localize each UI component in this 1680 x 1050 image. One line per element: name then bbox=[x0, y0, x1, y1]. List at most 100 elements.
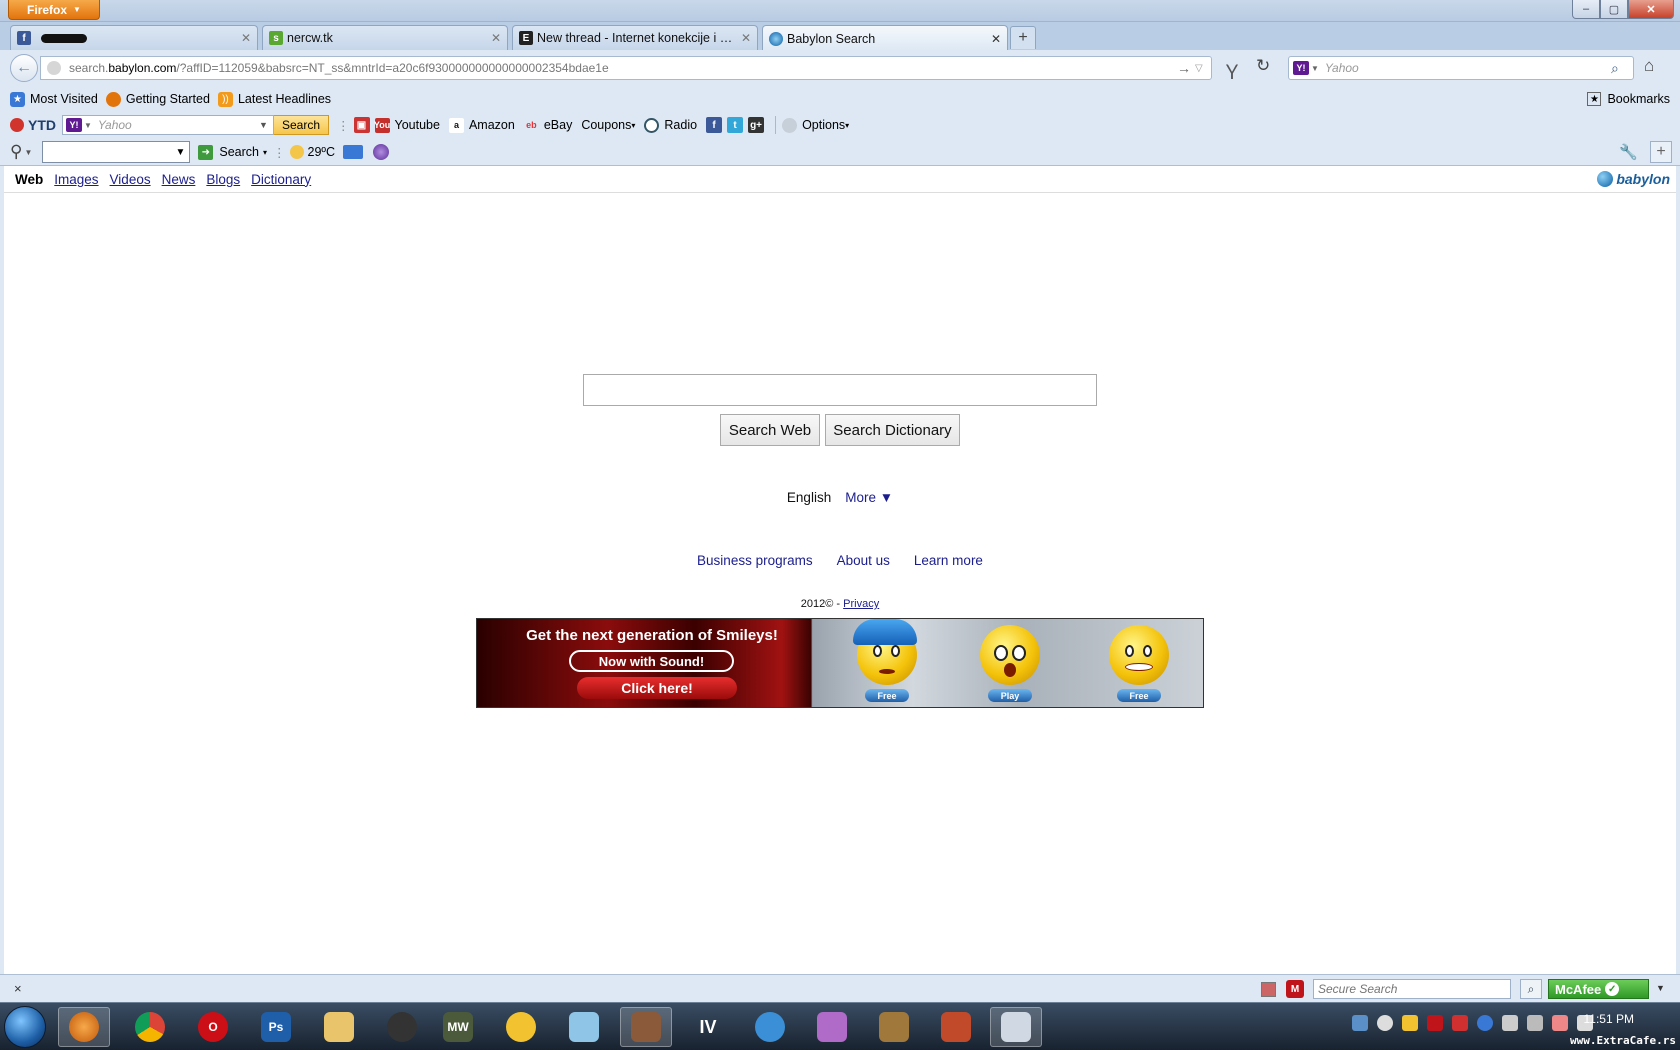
chevron-down-icon[interactable]: ▼ bbox=[175, 147, 185, 158]
mail-icon[interactable] bbox=[343, 145, 363, 159]
tab-babylon-search[interactable]: Babylon Search ✕ bbox=[762, 25, 1008, 51]
search-dictionary-button[interactable]: Search Dictionary bbox=[825, 414, 960, 446]
taskbar-game-3[interactable] bbox=[930, 1007, 982, 1047]
addon-icon[interactable] bbox=[1261, 982, 1276, 997]
nav-videos[interactable]: Videos bbox=[110, 172, 151, 187]
taskbar-game-2[interactable] bbox=[868, 1007, 920, 1047]
nav-blogs[interactable]: Blogs bbox=[206, 172, 240, 187]
close-window-button[interactable]: ✕ bbox=[1628, 0, 1674, 19]
tray-monitor-icon[interactable] bbox=[1527, 1015, 1543, 1031]
taskbar-audio-app[interactable] bbox=[376, 1007, 428, 1047]
tray-flag-alert-icon[interactable] bbox=[1552, 1015, 1568, 1031]
language-english[interactable]: English bbox=[787, 490, 831, 505]
tray-flag-icon[interactable] bbox=[1502, 1015, 1518, 1031]
url-bar[interactable]: search.babylon.com/?affID=112059&babsrc=… bbox=[40, 56, 1212, 80]
tray-shield-icon[interactable] bbox=[1402, 1015, 1418, 1031]
home-icon[interactable]: ⌂ bbox=[1644, 56, 1666, 80]
wrench-icon[interactable]: 🔧 bbox=[1619, 143, 1638, 161]
bookmark-getting-started[interactable]: Getting Started bbox=[105, 91, 210, 107]
chevron-down-icon[interactable]: ▼ bbox=[1656, 983, 1665, 993]
new-tab-button[interactable]: + bbox=[1010, 26, 1036, 49]
tab-close-icon[interactable]: ✕ bbox=[991, 32, 1001, 46]
nav-dictionary[interactable]: Dictionary bbox=[251, 172, 311, 187]
taskbar-firefox[interactable] bbox=[58, 1007, 110, 1047]
chevron-down-icon[interactable]: ▼ bbox=[24, 148, 32, 157]
taskbar-explorer[interactable] bbox=[313, 1007, 365, 1047]
learn-more-link[interactable]: Learn more bbox=[914, 553, 983, 568]
system-clock[interactable]: 11:51 PM bbox=[1584, 1012, 1634, 1026]
search-icon[interactable]: ⚲ bbox=[10, 142, 22, 162]
chevron-down-icon[interactable]: ▼ bbox=[1311, 64, 1319, 73]
taskbar-chrome[interactable] bbox=[124, 1007, 176, 1047]
banner-free-button[interactable]: Free bbox=[865, 689, 909, 702]
babylon-logo[interactable]: babylon bbox=[1597, 169, 1670, 189]
amazon-link[interactable]: a Amazon bbox=[448, 117, 515, 133]
yahoo-icon[interactable]: Y! bbox=[1293, 61, 1309, 75]
secure-search-input[interactable] bbox=[1313, 979, 1511, 999]
nav-images[interactable]: Images bbox=[54, 172, 98, 187]
tray-search-icon[interactable] bbox=[1377, 1015, 1393, 1031]
taskbar-game-sa[interactable] bbox=[620, 1007, 672, 1047]
ebay-link[interactable]: eb eBay bbox=[524, 118, 572, 133]
go-arrow-icon[interactable]: → bbox=[1177, 60, 1195, 76]
smileys-ad-banner[interactable]: Get the next generation of Smileys! Now … bbox=[476, 618, 1204, 708]
bookmark-addon-icon[interactable]: ▣ bbox=[353, 117, 370, 133]
ytd-logo[interactable]: YTD bbox=[10, 117, 56, 133]
taskbar-game-mw[interactable]: MW bbox=[432, 1007, 484, 1047]
tray-mcafee-icon[interactable] bbox=[1427, 1015, 1443, 1031]
taskbar-archive[interactable] bbox=[806, 1007, 858, 1047]
tray-app-icon[interactable] bbox=[1452, 1015, 1468, 1031]
tab-facebook[interactable]: f ✕ bbox=[10, 25, 258, 50]
toolbar-search-combobox[interactable]: ▼ bbox=[42, 141, 191, 163]
taskbar-media[interactable] bbox=[744, 1007, 796, 1047]
weather-widget[interactable]: 29ºC bbox=[289, 145, 335, 159]
tab-close-icon[interactable]: ✕ bbox=[491, 31, 501, 45]
reload-icon[interactable]: ↻ bbox=[1256, 56, 1276, 80]
ytd-search-input[interactable]: Y! ▼ Yahoo ▼ bbox=[62, 115, 274, 135]
search-web-button[interactable]: Search Web bbox=[720, 414, 820, 446]
taskbar-notes[interactable] bbox=[558, 1007, 610, 1047]
bookmark-most-visited[interactable]: ★ Most Visited bbox=[10, 91, 98, 107]
nav-news[interactable]: News bbox=[162, 172, 196, 187]
coupons-menu[interactable]: Coupons ▾ bbox=[581, 118, 635, 132]
twitter-icon[interactable]: t bbox=[727, 117, 744, 133]
tab-close-icon[interactable]: ✕ bbox=[241, 31, 251, 45]
tab-close-icon[interactable]: ✕ bbox=[741, 31, 751, 45]
tray-network-icon[interactable] bbox=[1352, 1015, 1368, 1031]
bird-addon-icon[interactable]: Ｙ bbox=[1222, 56, 1244, 84]
language-more-link[interactable]: More ▼ bbox=[845, 490, 893, 505]
banner-free-button[interactable]: Free bbox=[1117, 689, 1161, 702]
facebook-icon[interactable]: f bbox=[706, 117, 723, 133]
ytd-search-button[interactable]: Search bbox=[274, 115, 330, 135]
start-button[interactable] bbox=[4, 1006, 46, 1048]
search-icon[interactable]: ⌕ bbox=[1520, 979, 1542, 999]
tab-nercw[interactable]: s nercw.tk ✕ bbox=[262, 25, 508, 50]
firefox-menu-button[interactable]: Firefox ▼ bbox=[8, 0, 100, 20]
toolbar-search-button[interactable]: ➜ Search ▾ bbox=[198, 144, 267, 160]
about-us-link[interactable]: About us bbox=[837, 553, 890, 568]
youtube-link[interactable]: You Youtube bbox=[374, 117, 440, 133]
main-search-input[interactable] bbox=[583, 374, 1097, 406]
search-bar[interactable]: Y! ▼ Yahoo ⌕ bbox=[1288, 56, 1634, 80]
radio-link[interactable]: Radio bbox=[644, 117, 697, 133]
tab-new-thread[interactable]: E New thread - Internet konekcije i klij… bbox=[512, 25, 758, 50]
chevron-down-icon[interactable]: ▼ bbox=[84, 121, 92, 130]
search-placeholder[interactable]: Yahoo bbox=[1325, 61, 1611, 75]
taskbar-photoshop[interactable]: Ps bbox=[250, 1007, 302, 1047]
tray-lightning-icon[interactable] bbox=[1477, 1015, 1493, 1031]
bookmark-latest-headlines[interactable]: )) Latest Headlines bbox=[217, 91, 331, 107]
taskbar-game-iv[interactable]: IV bbox=[682, 1007, 734, 1047]
business-programs-link[interactable]: Business programs bbox=[697, 553, 813, 568]
maximize-button[interactable]: ▢ bbox=[1600, 0, 1628, 19]
search-icon[interactable]: ⌕ bbox=[1611, 60, 1633, 77]
taskbar-window[interactable] bbox=[990, 1007, 1042, 1047]
orb-addon-icon[interactable] bbox=[373, 144, 389, 160]
close-addon-bar-icon[interactable]: × bbox=[14, 981, 22, 996]
taskbar-opera[interactable]: O bbox=[187, 1007, 239, 1047]
mcafee-button[interactable]: McAfee ✓ bbox=[1548, 979, 1649, 999]
taskbar-fl-studio[interactable] bbox=[495, 1007, 547, 1047]
privacy-link[interactable]: Privacy bbox=[843, 598, 879, 610]
mcafee-shield-icon[interactable]: M bbox=[1286, 980, 1304, 998]
yahoo-icon[interactable]: Y! bbox=[66, 118, 82, 132]
bookmarks-menu-button[interactable]: ★ Bookmarks bbox=[1587, 86, 1670, 112]
